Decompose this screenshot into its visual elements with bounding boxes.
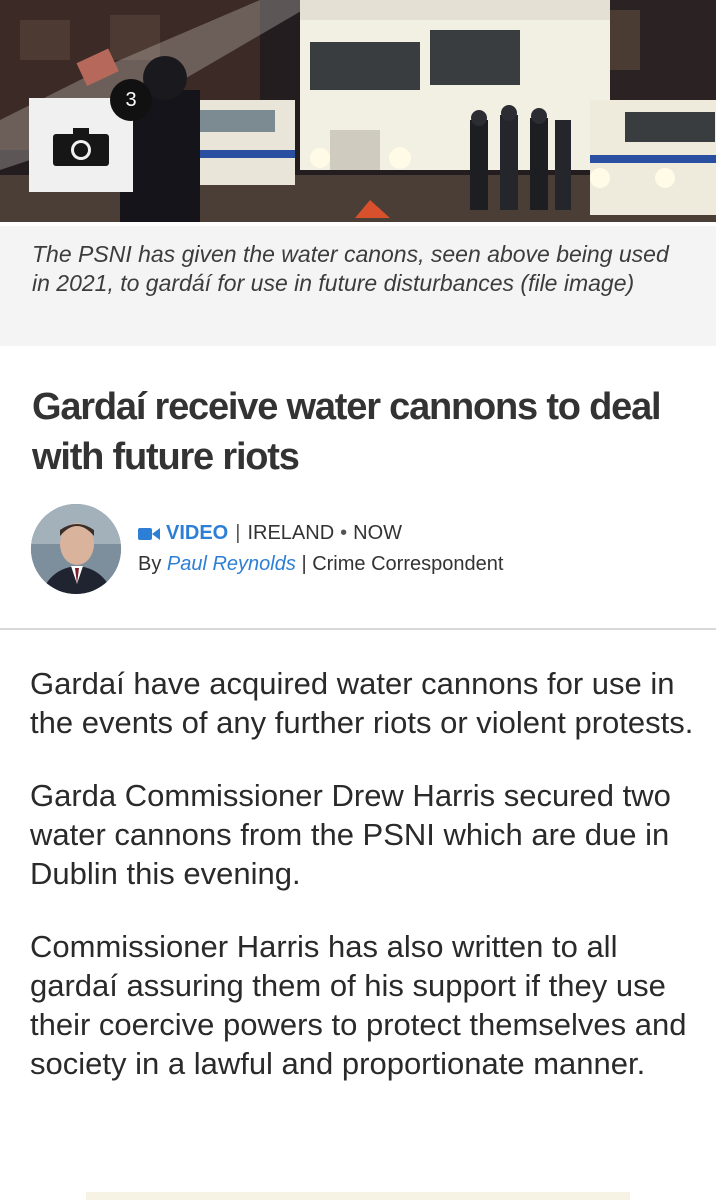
author-photo	[31, 504, 121, 594]
image-caption: The PSNI has given the water canons, see…	[0, 226, 716, 346]
author-line: By Paul Reynolds | Crime Correspondent	[138, 553, 503, 576]
meta-dot: •	[340, 522, 348, 544]
author-avatar[interactable]	[31, 504, 121, 594]
article-paragraph: Gardaí have acquired water cannons for u…	[30, 666, 694, 740]
hero-image[interactable]: 3	[0, 0, 716, 222]
publish-time: NOW	[353, 522, 403, 544]
ad-placeholder	[86, 1192, 630, 1200]
article-body: Gardaí have acquired water cannons for u…	[30, 664, 698, 1117]
by-prefix: By	[138, 553, 162, 575]
section-label[interactable]: IRELAND	[247, 522, 334, 545]
article-headline: Gardaí receive water cannons to deal wit…	[32, 386, 662, 478]
video-link[interactable]: VIDEO	[166, 522, 228, 545]
gallery-count-badge: 3	[110, 79, 152, 121]
meta-separator: |	[235, 522, 241, 544]
author-separator: |	[301, 553, 313, 575]
author-role: Crime Correspondent	[312, 553, 504, 575]
author-link[interactable]: Paul Reynolds	[167, 553, 296, 575]
header-divider	[0, 628, 716, 630]
article-paragraph: Garda Commissioner Drew Harris secured t…	[30, 778, 671, 891]
camera-icon	[53, 128, 109, 166]
video-camera-icon	[138, 527, 160, 540]
article-meta: VIDEO | IRELAND • NOW	[138, 522, 402, 545]
article-paragraph: Commissioner Harris has also written to …	[30, 929, 687, 1081]
